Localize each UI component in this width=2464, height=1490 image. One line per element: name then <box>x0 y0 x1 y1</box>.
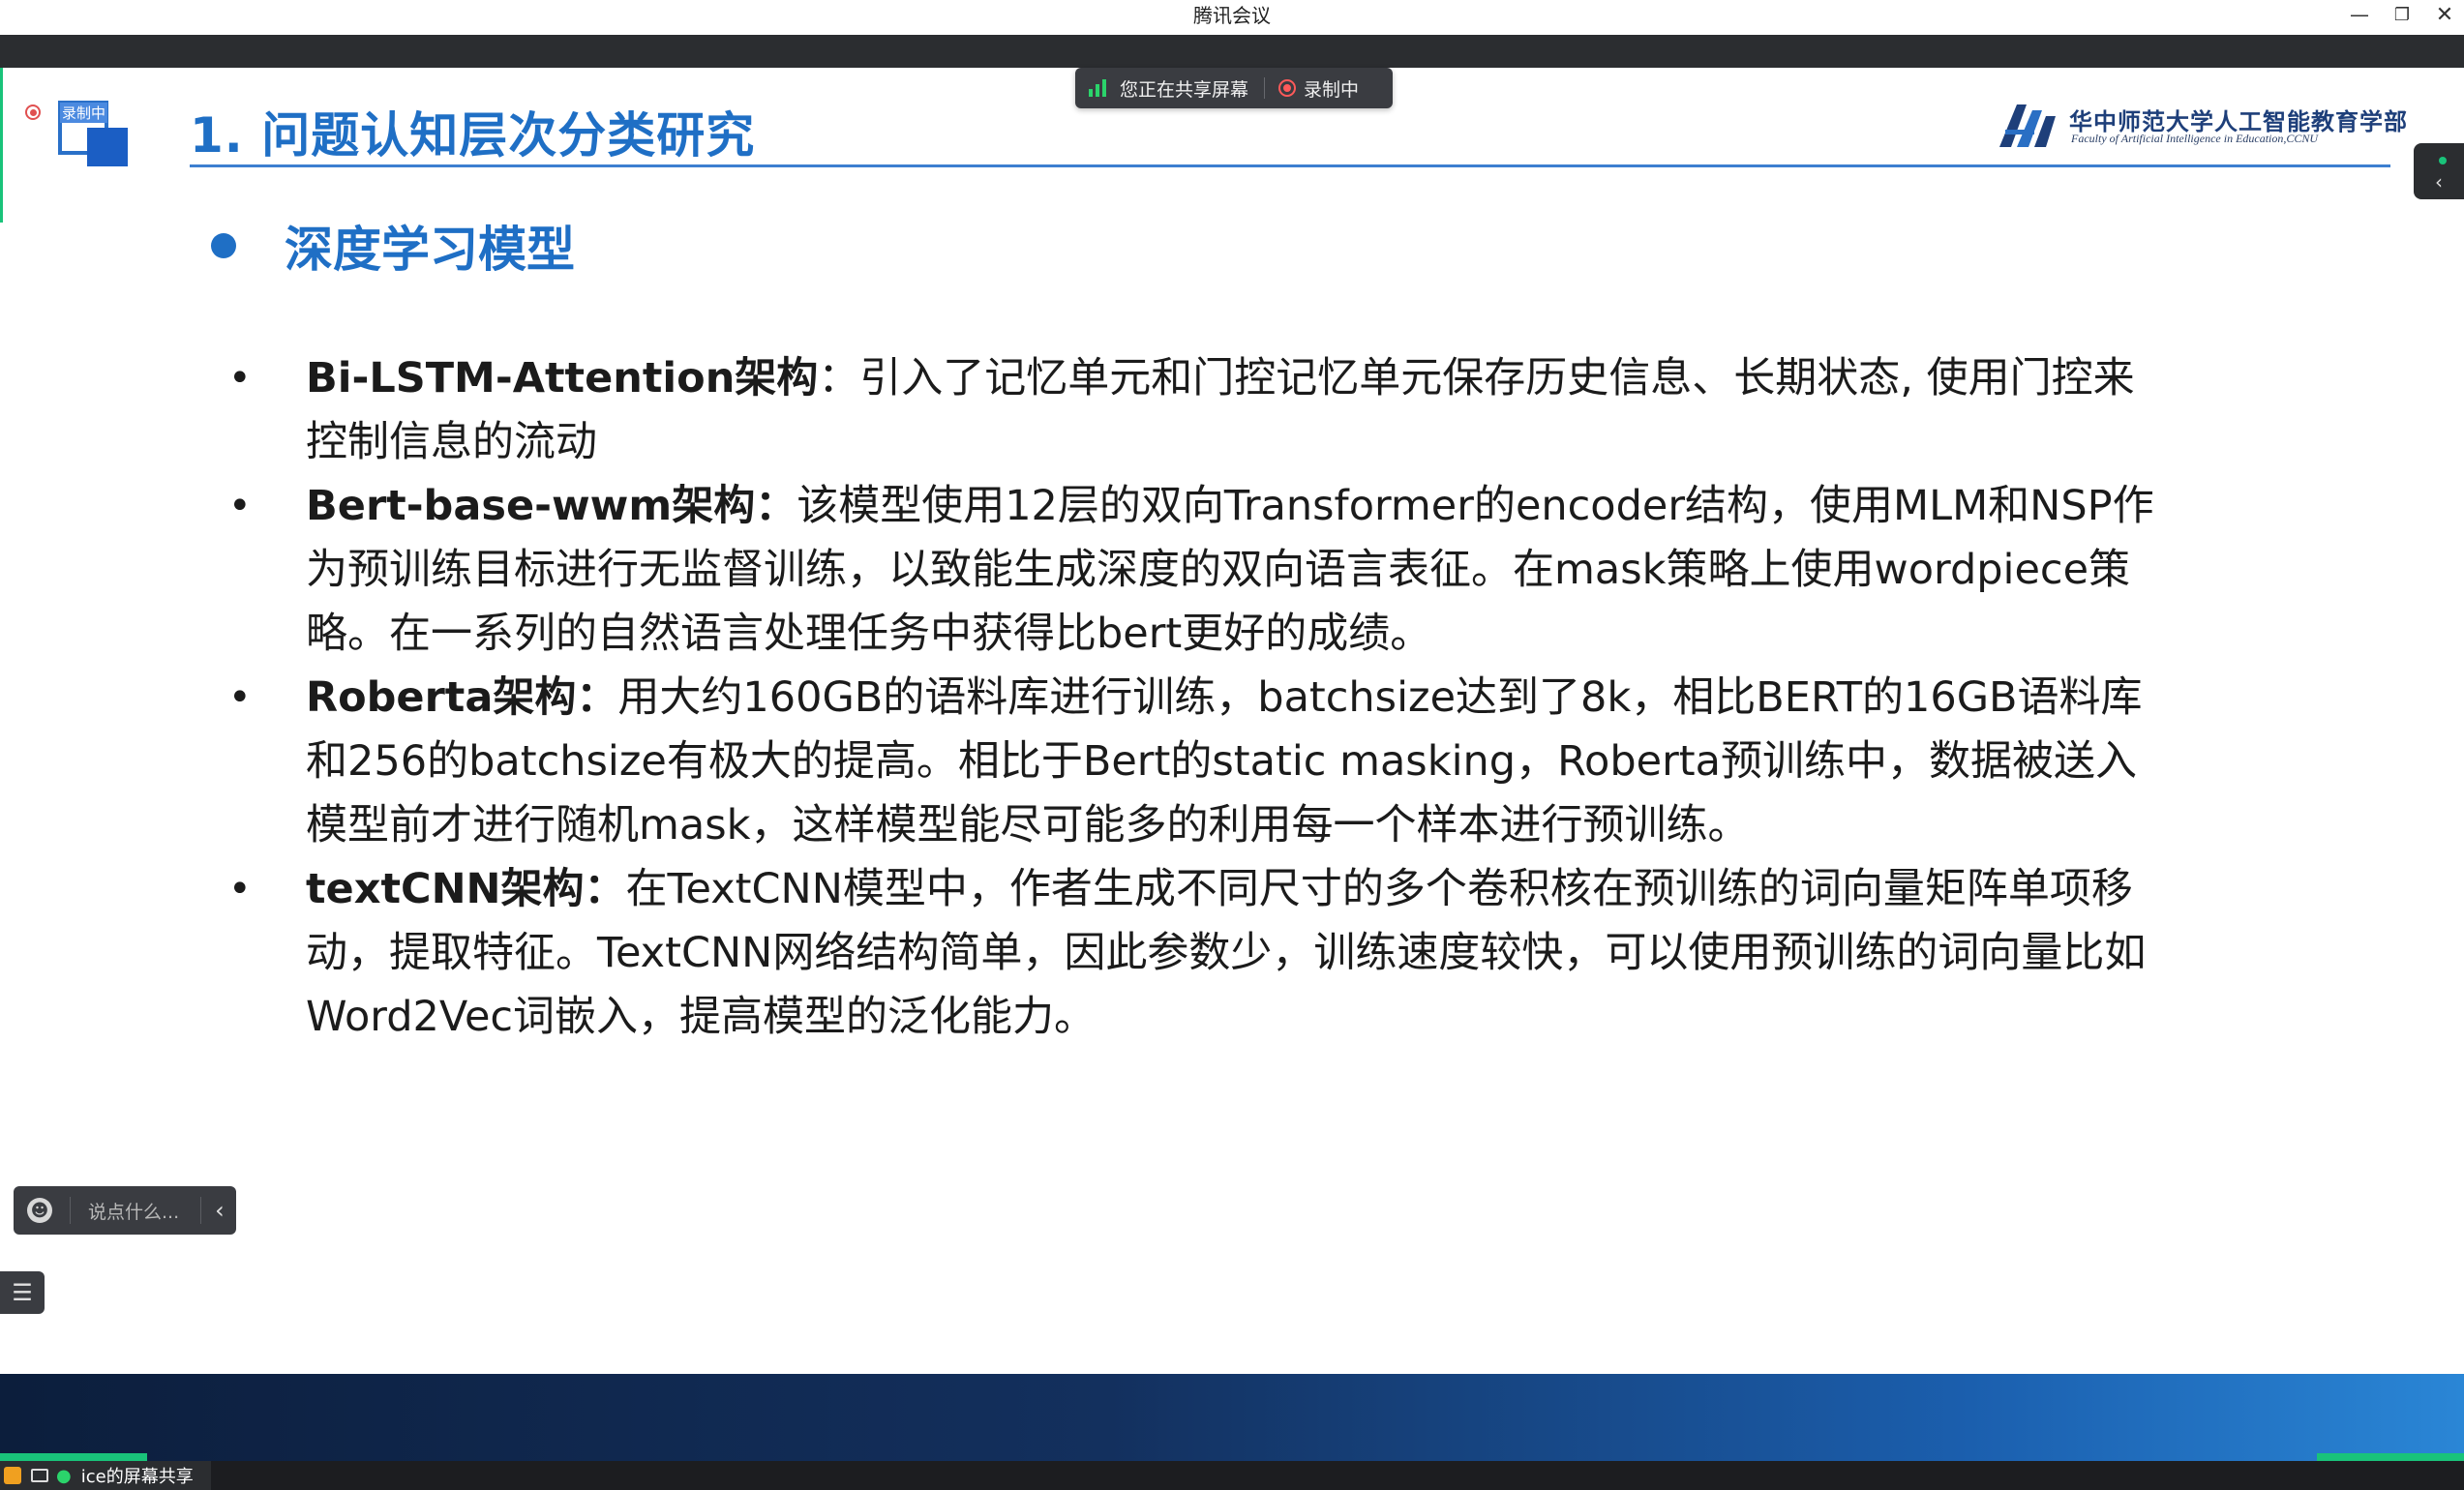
window-title-bar: 腾讯会议 — ❐ ✕ <box>0 0 2464 36</box>
screen-share-label: ice的屏幕共享 <box>80 1467 194 1487</box>
item-term: Roberta架构： <box>306 673 618 722</box>
item-term: textCNN架构： <box>306 865 626 913</box>
screen-share-tab[interactable]: ● ice的屏幕共享 <box>0 1461 211 1490</box>
title-divider <box>190 164 2390 167</box>
emoji-icon[interactable]: ☻ <box>27 1198 52 1223</box>
chevron-left-icon[interactable]: ‹ <box>215 1197 225 1224</box>
list-icon: ☰ <box>12 1279 33 1306</box>
divider <box>70 1197 71 1224</box>
model-list: • Bi-LSTM-Attention架构：引入了记忆单元和门控记忆单元保存历史… <box>223 346 2158 1049</box>
screen-share-toolbar[interactable]: 您正在共享屏幕 录制中 <box>1075 68 1393 108</box>
signal-strength-icon <box>1089 79 1106 97</box>
chevron-left-icon: ‹ <box>2435 170 2443 194</box>
bullet-icon: • <box>228 356 252 401</box>
list-item: • Roberta架构：用大约160GB的语料库进行训练，batchsize达到… <box>223 666 2158 857</box>
share-border-bottom-left <box>0 1453 147 1461</box>
toolbar-divider <box>1264 77 1266 99</box>
list-item: • textCNN架构：在TextCNN模型中，作者生成不同尺寸的多个卷积核在预… <box>223 857 2158 1049</box>
divider <box>200 1197 202 1224</box>
minimize-button[interactable]: — <box>2338 0 2381 29</box>
institution-name-en: Faculty of Artificial Intelligence in Ed… <box>2071 132 2319 145</box>
chat-input-bar[interactable]: ☻ 说点什么... ‹ <box>14 1186 236 1235</box>
logo-overlay-text: 录制中 <box>60 103 108 123</box>
section-bullet-icon <box>211 233 236 258</box>
list-item: • Bi-LSTM-Attention架构：引入了记忆单元和门控记忆单元保存历史… <box>223 346 2158 474</box>
item-term: Bert-base-wwm架构： <box>306 482 797 530</box>
restore-button[interactable]: ❐ <box>2381 0 2423 29</box>
expand-panel-tab[interactable]: ‹ <box>2414 143 2464 199</box>
bullet-icon: • <box>228 675 252 720</box>
item-term: Bi-LSTM-Attention架构 <box>306 354 819 402</box>
screen-icon <box>31 1469 48 1482</box>
status-bar: ● ice的屏幕共享 <box>0 1461 2464 1490</box>
slide-logo: 录制中 <box>58 101 132 170</box>
user-avatar-icon <box>4 1467 21 1484</box>
bullet-icon: • <box>228 484 252 528</box>
share-border-left <box>0 68 3 223</box>
bullet-icon: • <box>228 867 252 911</box>
recording-status-label[interactable]: 录制中 <box>1304 75 1359 102</box>
member-list-button[interactable]: ☰ <box>0 1271 45 1314</box>
window-title: 腾讯会议 <box>1193 4 1271 27</box>
slide-title: 1. 问题认知层次分类研究 <box>190 107 756 164</box>
ccnu-ai-logo-icon <box>1999 104 2056 147</box>
slide-footer-band <box>0 1374 2464 1461</box>
section-heading-label: 深度学习模型 <box>285 222 575 278</box>
section-heading: 深度学习模型 <box>211 211 575 281</box>
close-button[interactable]: ✕ <box>2423 0 2464 29</box>
list-item: • Bert-base-wwm架构：该模型使用12层的双向Transformer… <box>223 474 2158 666</box>
share-border-bottom-right <box>2317 1453 2464 1461</box>
recording-indicator-icon <box>25 104 41 120</box>
record-icon[interactable] <box>1278 79 1297 97</box>
meeting-top-bar <box>0 35 2464 68</box>
chat-input-placeholder[interactable]: 说点什么... <box>88 1198 179 1224</box>
university-logo: 华中师范大学人工智能教育学部 Faculty of Artificial Int… <box>1996 101 2407 151</box>
sharing-status-label[interactable]: 您正在共享屏幕 <box>1120 75 1248 102</box>
microphone-icon: ● <box>56 1465 72 1486</box>
